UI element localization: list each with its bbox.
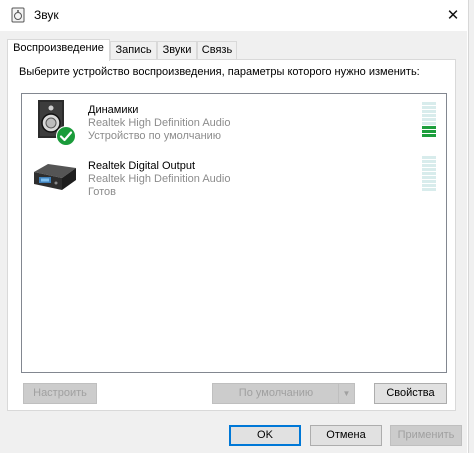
cancel-button[interactable]: Отмена [310,425,382,446]
tab-communications[interactable]: Связь [197,41,237,59]
set-default-button[interactable]: По умолчанию ▼ [212,383,355,404]
device-status: Устройство по умолчанию [88,130,222,142]
window-title: Звук [34,8,59,22]
level-meter-segment [422,184,436,187]
device-driver: Realtek High Definition Audio [88,117,231,129]
level-meter-segment [422,164,436,167]
properties-button[interactable]: Свойства [374,383,447,404]
level-meter-segment [422,106,436,109]
device-status: Готов [88,186,116,198]
level-meter-segment [422,180,436,183]
level-meter-segment [422,122,436,125]
set-default-label: По умолчанию [238,387,314,399]
device-name: Динамики [88,104,139,116]
level-meter-segment [422,126,436,129]
level-meter-segment [422,156,436,159]
level-meter-segment [422,130,436,133]
level-meter-segment [422,168,436,171]
close-icon: ✕ [446,7,460,24]
digital-output-icon [34,164,76,190]
level-meter-segment [422,160,436,163]
level-meter-segment [422,114,436,117]
window-edge [468,0,474,453]
device-name: Realtek Digital Output [88,160,195,172]
chevron-down-icon[interactable]: ▼ [338,384,354,403]
device-item-digital-output[interactable]: Realtek Digital Output Realtek High Defi… [22,150,446,202]
apply-button[interactable]: Применить [390,425,462,446]
tab-sounds[interactable]: Звуки [157,41,197,59]
close-button[interactable]: ✕ [436,1,470,29]
level-meter-segment [422,110,436,113]
instruction-text: Выберите устройство воспроизведения, пар… [19,66,420,78]
level-meter-segment [422,188,436,191]
level-meter [422,102,436,138]
level-meter-segment [422,134,436,137]
level-meter-segment [422,102,436,105]
title-bar: Звук ✕ [0,0,474,31]
configure-button[interactable]: Настроить [23,383,97,404]
tab-recording[interactable]: Запись [110,41,157,59]
sound-app-icon [11,7,25,23]
level-meter-segment [422,172,436,175]
device-item-speakers[interactable]: Динамики Realtek High Definition Audio У… [22,94,446,146]
ok-button[interactable]: OK [229,425,301,446]
tab-playback[interactable]: Воспроизведение [7,39,110,61]
level-meter-segment [422,176,436,179]
device-driver: Realtek High Definition Audio [88,173,231,185]
level-meter [422,156,436,192]
check-icon [56,126,76,146]
level-meter-segment [422,118,436,121]
device-list[interactable]: Динамики Realtek High Definition Audio У… [21,93,447,373]
